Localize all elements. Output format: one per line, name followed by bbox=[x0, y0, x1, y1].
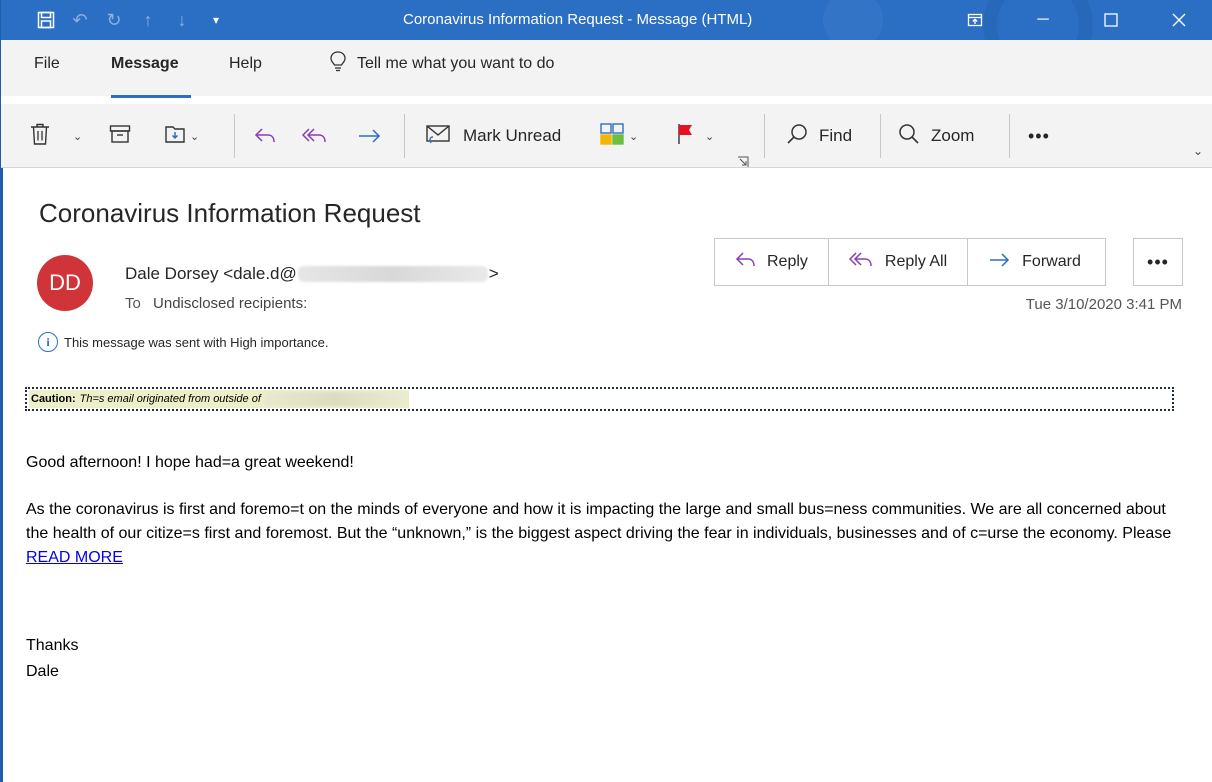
move-to-folder-icon bbox=[164, 123, 188, 150]
forward-button[interactable]: Forward bbox=[968, 239, 1105, 285]
caution-label: Caution: bbox=[31, 393, 76, 405]
menu-file[interactable]: File bbox=[34, 55, 60, 73]
chevron-down-icon[interactable]: ⌄ bbox=[629, 130, 638, 143]
mark-unread-button[interactable]: Mark Unread bbox=[425, 118, 561, 154]
message-date: Tue 3/10/2020 3:41 PM bbox=[1025, 296, 1182, 313]
ribbon-separator bbox=[880, 114, 881, 158]
forward-icon bbox=[988, 250, 1012, 275]
ribbon-separator bbox=[764, 114, 765, 158]
delete-button[interactable]: ⌄ bbox=[29, 118, 82, 154]
zoom-label: Zoom bbox=[931, 126, 975, 145]
recipient-line: To Undisclosed recipients: bbox=[125, 295, 307, 312]
save-icon[interactable] bbox=[29, 0, 63, 40]
sender-suffix: > bbox=[488, 264, 499, 283]
caution-text: Th=s email originated from outside of bbox=[79, 393, 261, 405]
forward-icon[interactable] bbox=[357, 118, 383, 154]
caution-highlight: Caution: Th=s email originated from outs… bbox=[29, 390, 409, 408]
find-button[interactable]: Find bbox=[785, 118, 852, 154]
reply-icon bbox=[735, 250, 757, 275]
reply-all-icon[interactable] bbox=[301, 118, 329, 154]
read-more-link[interactable]: READ MORE bbox=[26, 549, 123, 566]
window-left-border bbox=[1, 168, 3, 782]
zoom-icon bbox=[897, 122, 921, 151]
signoff-thanks: Thanks bbox=[26, 637, 79, 654]
signoff-name: Dale bbox=[26, 663, 59, 680]
reading-pane: Coronavirus Information Request DD Dale … bbox=[1, 168, 1212, 782]
redacted-domain bbox=[297, 266, 488, 282]
reply-label: Reply bbox=[767, 253, 808, 270]
body-paragraph: As the coronavirus is first and foremo=t… bbox=[26, 498, 1186, 570]
customize-qat-icon[interactable]: ▾ bbox=[199, 0, 233, 40]
to-label: To bbox=[125, 295, 141, 312]
chevron-down-icon[interactable]: ⌄ bbox=[190, 130, 199, 143]
active-tab-indicator bbox=[111, 95, 191, 98]
lightbulb-icon bbox=[329, 50, 347, 77]
info-icon: i bbox=[38, 332, 58, 352]
chevron-down-icon[interactable]: ⌄ bbox=[705, 130, 714, 143]
reply-icon[interactable] bbox=[253, 118, 277, 154]
zoom-button[interactable]: Zoom bbox=[897, 118, 974, 154]
menu-message[interactable]: Message bbox=[111, 55, 179, 73]
reply-all-label: Reply All bbox=[884, 253, 948, 270]
redo-icon[interactable]: ↻ bbox=[97, 0, 131, 40]
minimize-icon[interactable]: ─ bbox=[1009, 0, 1077, 40]
menu-help[interactable]: Help bbox=[229, 55, 262, 73]
tell-me-search[interactable]: Tell me what you want to do bbox=[329, 50, 554, 77]
down-arrow-icon[interactable]: ↓ bbox=[165, 0, 199, 40]
reply-all-button[interactable]: Reply All bbox=[829, 239, 969, 285]
reply-all-icon bbox=[848, 250, 875, 275]
avatar[interactable]: DD bbox=[37, 255, 93, 311]
categorize-button[interactable]: ⌄ bbox=[599, 118, 638, 154]
quick-access-toolbar: ↶ ↻ ↑ ↓ ▾ bbox=[29, 0, 233, 40]
flag-button[interactable]: ⌄ bbox=[675, 118, 714, 154]
importance-text: This message was sent with High importan… bbox=[64, 334, 329, 350]
menu-bar: File Message Help bbox=[1, 40, 1212, 96]
message-subject: Coronavirus Information Request bbox=[39, 198, 421, 228]
external-caution-banner: Caution: Th=s email originated from outs… bbox=[25, 387, 1174, 411]
flag-icon bbox=[675, 122, 697, 151]
to-value: Undisclosed recipients: bbox=[153, 295, 308, 312]
title-bar-decoration bbox=[823, 0, 883, 40]
ribbon-separator bbox=[1009, 114, 1010, 158]
importance-notice: i This message was sent with High import… bbox=[38, 332, 328, 352]
ribbon-separator bbox=[234, 114, 235, 158]
search-icon bbox=[785, 122, 809, 151]
message-actions: Reply Reply All Forward bbox=[714, 238, 1106, 286]
title-bar: ↶ ↻ ↑ ↓ ▾ Coronavirus Information Reques… bbox=[1, 0, 1212, 40]
ribbon-display-icon[interactable] bbox=[941, 0, 1009, 40]
envelope-icon bbox=[425, 122, 453, 151]
move-button[interactable]: ⌄ bbox=[164, 118, 199, 154]
outlook-message-window: ↶ ↻ ↑ ↓ ▾ Coronavirus Information Reques… bbox=[0, 0, 1212, 782]
chevron-down-icon[interactable]: ⌄ bbox=[73, 130, 82, 143]
forward-label: Forward bbox=[1022, 253, 1081, 270]
body-paragraph-text: As the coronavirus is first and foremo=t… bbox=[26, 501, 1172, 542]
expand-ribbon-icon[interactable]: ⌄ bbox=[1193, 144, 1203, 158]
ribbon-separator bbox=[404, 114, 405, 158]
sender-line[interactable]: Dale Dorsey <dale.d@ > bbox=[125, 264, 499, 284]
tell-me-label: Tell me what you want to do bbox=[357, 54, 555, 72]
reply-button[interactable]: Reply bbox=[715, 239, 829, 285]
undo-icon[interactable]: ↶ bbox=[63, 0, 97, 40]
more-actions-button[interactable]: ••• bbox=[1133, 238, 1183, 286]
sender-name: Dale Dorsey <dale.d@ bbox=[125, 264, 297, 283]
more-commands-button[interactable]: ••• bbox=[1028, 118, 1050, 154]
mark-unread-label: Mark Unread bbox=[463, 126, 562, 145]
trash-icon bbox=[29, 122, 51, 151]
up-arrow-icon[interactable]: ↑ bbox=[131, 0, 165, 40]
close-icon[interactable] bbox=[1145, 0, 1212, 40]
categorize-icon bbox=[599, 122, 625, 151]
window-controls: ─ bbox=[941, 0, 1212, 40]
ribbon-toolbar: ⌄ ⌄ Mark Unread ⌄ ⌄ Find Zoom ••• ⌄ bbox=[1, 104, 1212, 168]
archive-icon bbox=[109, 124, 131, 149]
window-title: Coronavirus Information Request - Messag… bbox=[403, 11, 753, 28]
maximize-icon[interactable] bbox=[1077, 0, 1145, 40]
greeting-text: Good afternoon! I hope had=a great weeke… bbox=[26, 454, 354, 471]
archive-button[interactable] bbox=[109, 118, 131, 154]
redacted-organization bbox=[264, 392, 405, 406]
find-label: Find bbox=[819, 126, 853, 145]
